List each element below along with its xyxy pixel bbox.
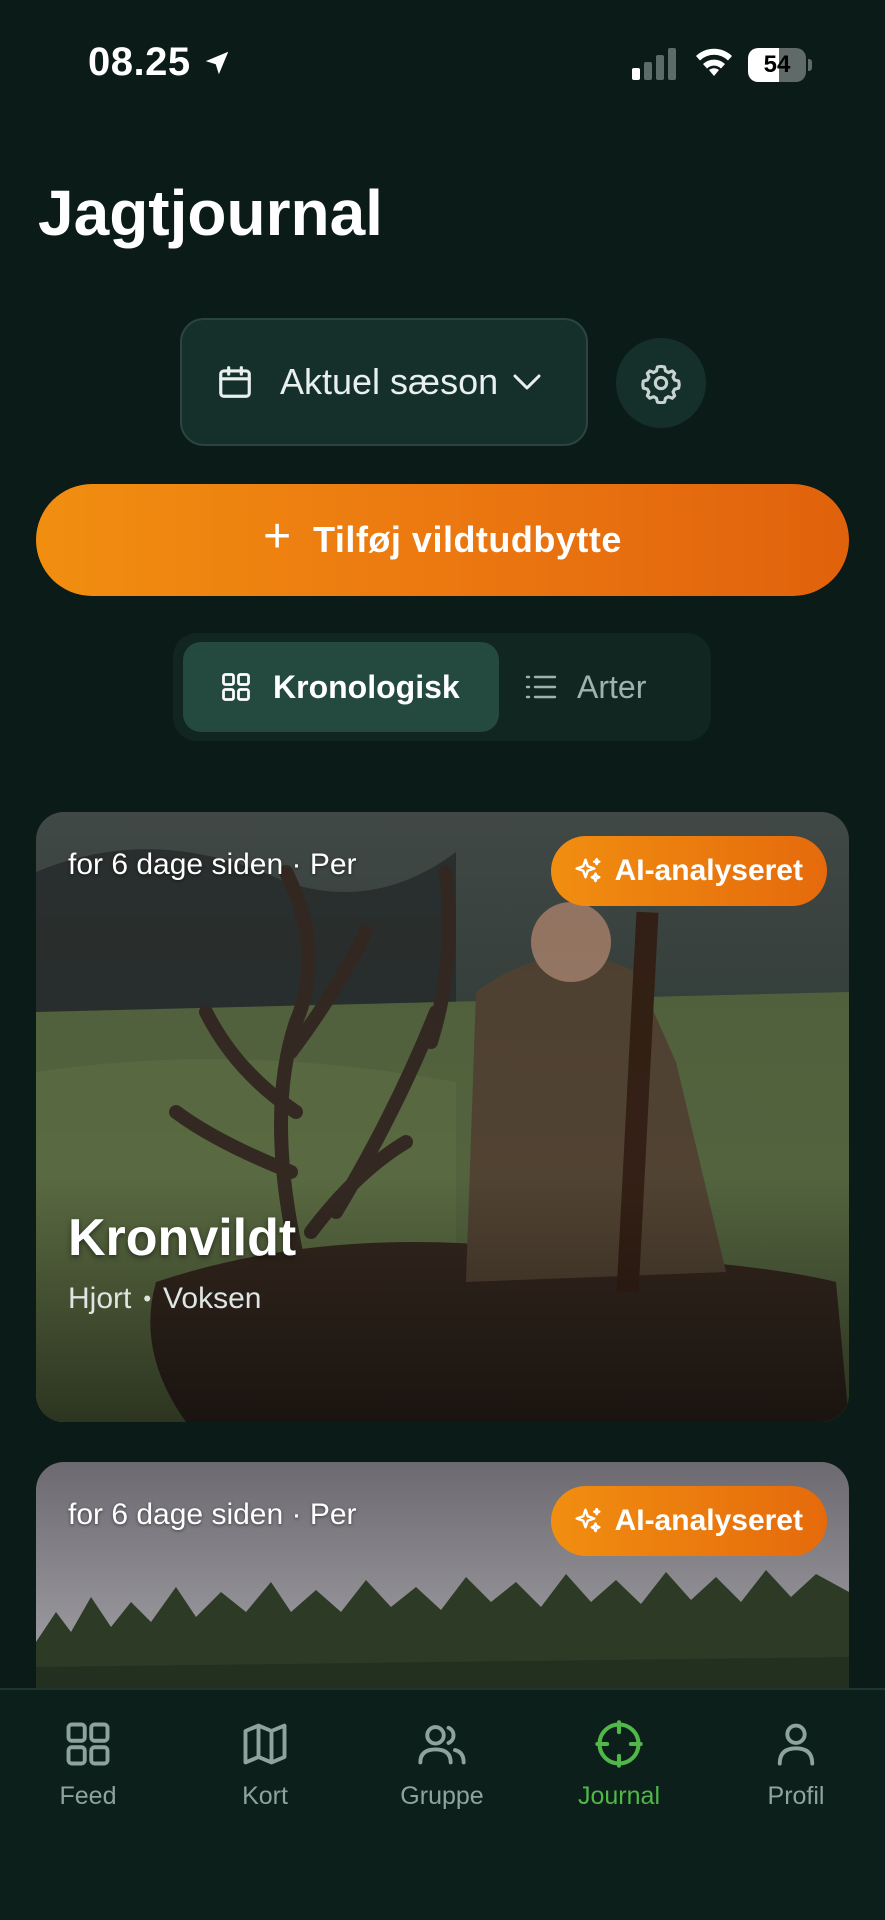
ai-badge-label: AI-analyseret [614,854,803,887]
user-icon [777,1723,815,1766]
entry-age: Voksen [163,1282,262,1315]
journal-entry-card[interactable]: for 6 dage siden · Per AI-analyseret [36,1462,849,1702]
grid-icon [222,673,250,701]
settings-button[interactable] [616,338,706,428]
crosshair-icon [595,1720,643,1768]
chevron-down-icon [513,374,541,390]
ai-analyzed-badge: AI-analyseret [550,836,827,906]
bottom-tab-bar: Feed Kort Gruppe Journal Profil [0,1688,885,1920]
tab-chronological-label: Kronologisk [273,668,460,705]
plus-icon: + [263,510,292,563]
ai-badge-label: AI-analyseret [614,1504,803,1537]
tab-group-label: Gruppe [400,1782,484,1810]
tab-species[interactable]: Arter [525,642,701,732]
grid-icon [66,1722,110,1766]
tab-profile[interactable]: Profil [731,1718,861,1811]
entry-meta: for 6 dage siden · Per [68,1498,357,1531]
journal-entry-card[interactable]: for 6 dage siden · Per AI-analyseret Kro… [36,812,849,1422]
tab-chronological[interactable]: Kronologisk [183,642,499,732]
ai-analyzed-badge: AI-analyseret [550,1486,827,1556]
tab-profile-label: Profil [767,1782,825,1810]
tab-journal[interactable]: Journal [554,1718,684,1811]
status-time: 08.25 [88,40,191,84]
cellular-signal-icon [632,48,676,80]
entry-meta: for 6 dage siden · Per [68,848,357,881]
tab-feed-label: Feed [59,1782,117,1810]
sparkles-icon [575,1507,601,1533]
tab-species-label: Arter [577,668,647,705]
season-dropdown[interactable]: Aktuel sæson [180,318,588,446]
tab-map[interactable]: Kort [200,1718,330,1811]
sparkles-icon [575,857,601,883]
users-icon [418,1725,466,1765]
tab-group[interactable]: Gruppe [377,1718,507,1811]
entry-species-title: Kronvildt [68,1209,297,1267]
add-harvest-label: Tilføj vildtudbytte [313,519,622,560]
battery-indicator: 54 [748,48,812,82]
entry-separator: • [143,1286,152,1311]
status-bar: 08.25 54 [0,0,885,130]
location-arrow-icon [205,51,229,75]
page-title: Jagtjournal [38,177,383,249]
gear-icon [641,364,681,404]
map-icon [243,1723,287,1765]
add-harvest-button[interactable]: + Tilføj vildtudbytte [36,484,849,596]
tab-journal-label: Journal [578,1782,660,1810]
calendar-icon [219,366,251,398]
battery-percentage: 54 [763,51,791,78]
entry-sex: Hjort [68,1282,132,1315]
tab-map-label: Kort [242,1782,288,1810]
entry-subtitle: Hjort • Voksen [68,1282,261,1316]
view-toggle: Kronologisk Arter [173,633,711,741]
tab-feed[interactable]: Feed [23,1718,153,1811]
wifi-icon [696,48,732,76]
season-dropdown-label: Aktuel sæson [280,361,499,402]
list-icon [525,675,557,699]
